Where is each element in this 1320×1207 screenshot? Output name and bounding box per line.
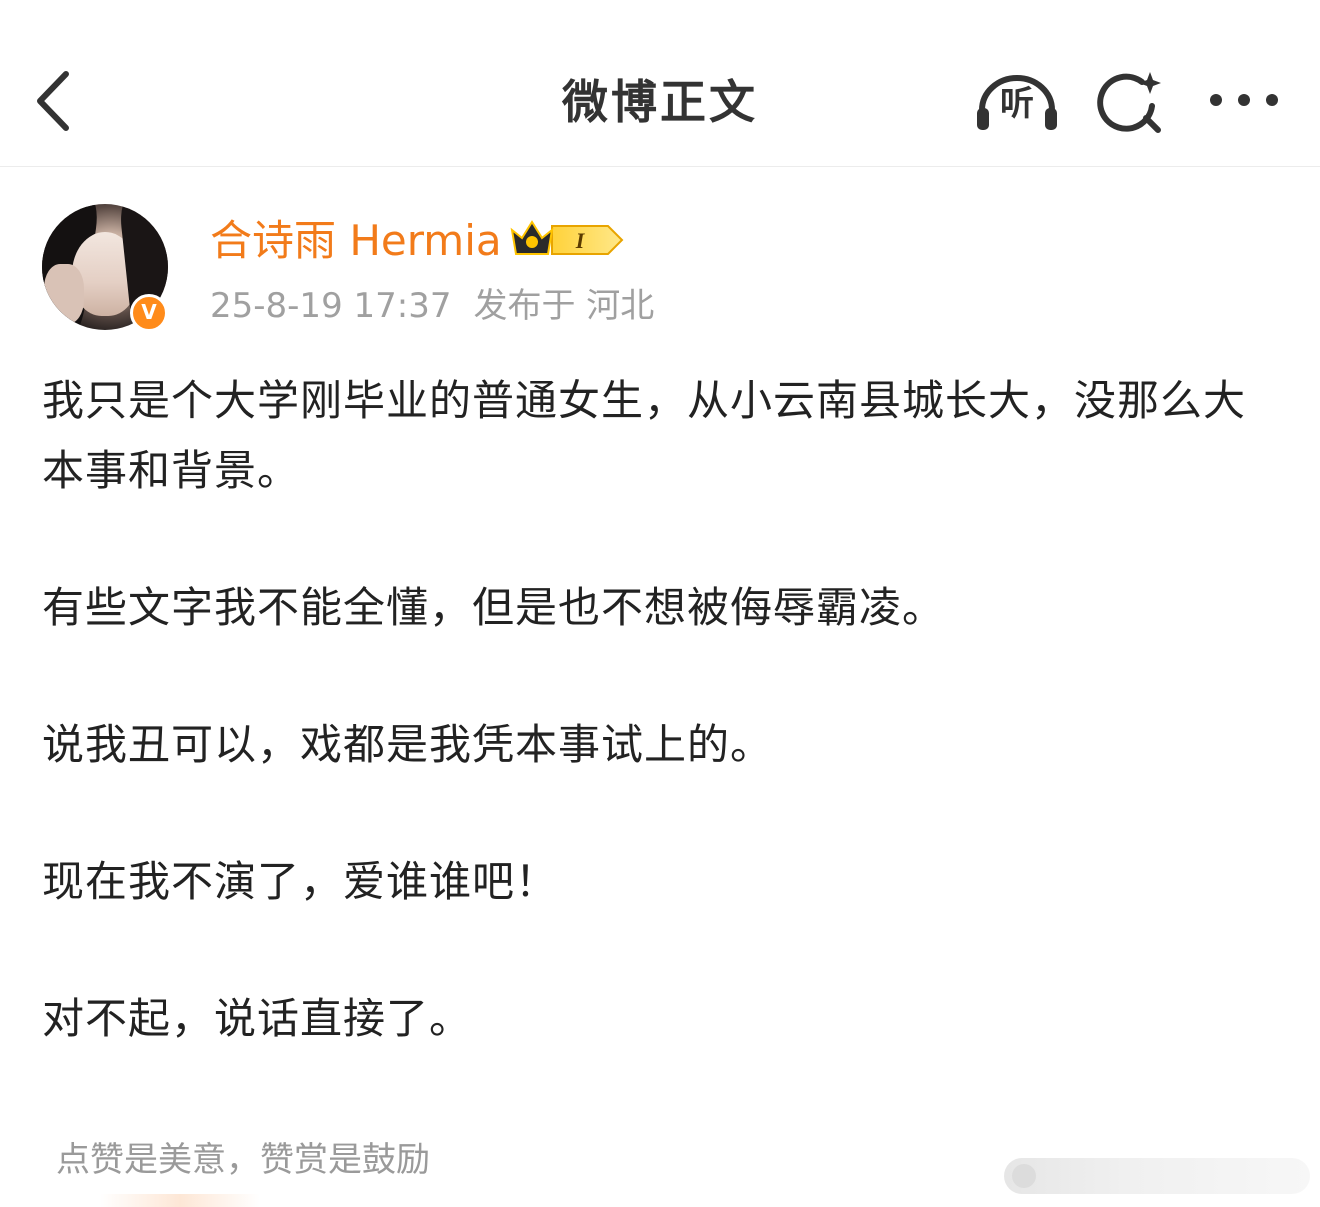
post-time: 25-8-19 17:37 (210, 286, 452, 326)
verified-badge: V (130, 294, 168, 332)
post-paragraph: 有些文字我不能全懂，但是也不想被侮辱霸凌。 (42, 583, 946, 632)
weibo-post-page: 微博正文 听 V 合诗雨 Hermia I 25-8-19 17:37 发布于 … (0, 0, 1320, 1207)
more-button[interactable] (1206, 86, 1282, 114)
more-dots-icon (1210, 94, 1278, 106)
author-name[interactable]: 合诗雨 Hermia (210, 214, 502, 268)
top-nav-bar: 微博正文 听 (0, 0, 1320, 167)
post-paragraph: 我只是个大学刚毕业的普通女生，从小云南县城长大，没那么大本事和背景。 (42, 376, 1247, 495)
post-paragraph: 对不起，说话直接了。 (42, 994, 473, 1043)
post-content: 我只是个大学刚毕业的普通女生，从小云南县城长大，没那么大本事和背景。 有些文字我… (42, 366, 1252, 1121)
bottom-decoration (100, 1194, 260, 1207)
post-paragraph: 说我丑可以，戏都是我凭本事试上的。 (42, 720, 774, 769)
vip-crown-badge[interactable]: I (508, 216, 626, 264)
listen-button[interactable]: 听 (974, 70, 1060, 134)
post-location: 发布于 河北 (473, 286, 655, 326)
ai-search-icon (1097, 72, 1161, 133)
post-paragraph: 现在我不演了，爱谁谁吧！ (42, 857, 559, 906)
reward-prompt: 点赞是美意，赞赏是鼓励 (56, 1140, 430, 1180)
reward-button[interactable] (1004, 1158, 1310, 1194)
post-meta: 25-8-19 17:37 发布于 河北 (210, 284, 654, 328)
reward-icon (1012, 1164, 1036, 1188)
listen-label: 听 (1000, 84, 1034, 124)
vip-level: I (575, 228, 586, 253)
search-button[interactable] (1096, 70, 1166, 136)
avatar-hand (44, 264, 84, 324)
